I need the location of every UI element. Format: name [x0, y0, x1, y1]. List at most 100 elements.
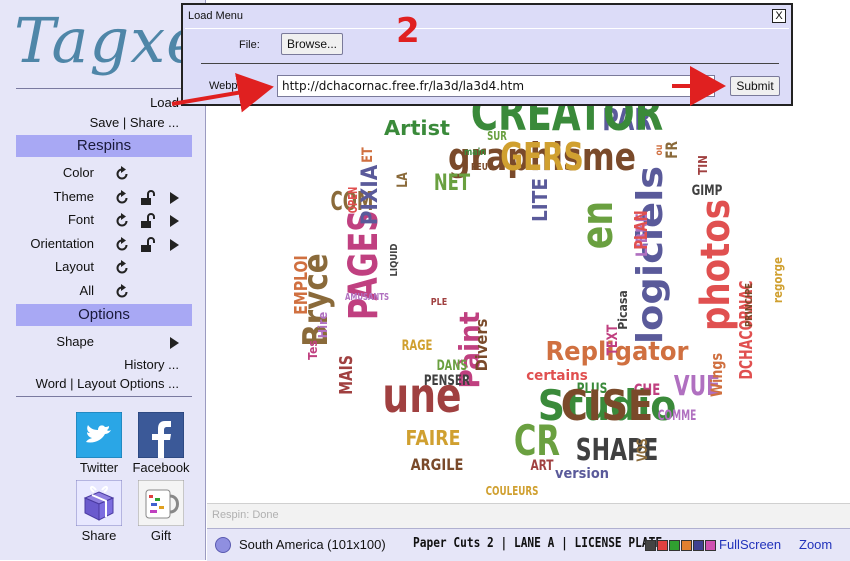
respin-icon[interactable]: [114, 236, 130, 253]
respin-row-font[interactable]: Font: [0, 212, 180, 230]
cloud-word[interactable]: Picasa: [616, 290, 630, 330]
cloud-word[interactable]: LIQUID: [389, 244, 400, 277]
facebook-button[interactable]: [137, 411, 185, 459]
load-link[interactable]: Load: [150, 95, 179, 110]
divider: [185, 28, 789, 29]
respin-label: All: [79, 282, 94, 298]
cloud-word[interactable]: Hire: [316, 312, 330, 338]
respin-row-theme[interactable]: Theme: [0, 189, 180, 207]
cloud-word[interactable]: PENSER: [424, 373, 470, 389]
cloud-word[interactable]: AMUSANTS: [345, 292, 389, 303]
webpage-label: Webpage:: [209, 80, 259, 92]
close-button[interactable]: X: [772, 9, 786, 23]
cloud-word[interactable]: COULEURS: [486, 484, 539, 498]
dialog-title: Load Menu: [188, 10, 244, 22]
cloud-word[interactable]: en: [572, 201, 623, 249]
respin-icon[interactable]: [114, 166, 130, 182]
history-link[interactable]: History ...: [124, 357, 179, 372]
cloud-word[interactable]: main: [464, 147, 486, 158]
step-number-annotation: 2: [396, 11, 420, 51]
cloud-word[interactable]: PAGES: [341, 210, 387, 320]
browse-button[interactable]: Browse...: [281, 33, 343, 55]
respin-row-color[interactable]: Color: [0, 165, 180, 183]
submit-button[interactable]: Submit: [730, 76, 780, 96]
mug-icon: [137, 479, 185, 527]
shape-name[interactable]: South America (101x100): [239, 537, 386, 552]
unlock-icon[interactable]: [140, 236, 156, 253]
webpage-url-input[interactable]: [277, 75, 715, 97]
cloud-word[interactable]: COMME: [658, 408, 697, 424]
respin-row-orientation[interactable]: Orientation: [0, 236, 180, 254]
respin-icon[interactable]: [114, 283, 130, 300]
respin-label: Theme: [53, 188, 94, 204]
fullscreen-link[interactable]: FullScreen: [719, 537, 781, 552]
gift-button[interactable]: [137, 479, 185, 527]
cloud-word[interactable]: CISE: [561, 381, 653, 430]
share-label: Share: [81, 528, 117, 543]
cloud-word[interactable]: photos: [693, 199, 739, 331]
cloud-word[interactable]: PLE: [431, 297, 448, 308]
cloud-word[interactable]: LA: [395, 172, 411, 188]
submenu-arrow-icon[interactable]: [170, 191, 179, 204]
word-layout-options-link[interactable]: Word | Layout Options ...: [36, 376, 179, 391]
respin-label: Color: [62, 165, 94, 180]
color-palette[interactable]: [645, 540, 717, 551]
save-share-link[interactable]: Save | Share ...: [90, 115, 179, 130]
cloud-word[interactable]: ou: [654, 145, 665, 156]
bottom-toolbar: South America (101x100) Paper Cuts 2 | L…: [207, 528, 850, 561]
shape-option[interactable]: Shape: [0, 334, 180, 352]
cloud-word[interactable]: regorge: [771, 257, 785, 303]
cloud-word[interactable]: ARGILE: [411, 455, 464, 474]
palette-swatch: [657, 540, 668, 551]
cloud-word[interactable]: TEXT: [605, 324, 621, 355]
respin-icon[interactable]: [114, 189, 130, 206]
gift-label: Gift: [150, 528, 172, 543]
share-button[interactable]: [75, 479, 123, 527]
font-names[interactable]: Paper Cuts 2 | LANE A | LICENSE PLATE: [413, 536, 662, 551]
cloud-word[interactable]: GIMP: [692, 183, 723, 199]
respin-row-layout[interactable]: Layout: [0, 259, 180, 277]
cloud-word[interactable]: ET: [360, 147, 376, 163]
zoom-link[interactable]: Zoom: [799, 537, 832, 552]
cloud-word[interactable]: RAGE: [402, 338, 433, 354]
cloud-word[interactable]: PLAN: [631, 210, 652, 250]
cloud-word[interactable]: version: [555, 466, 609, 482]
cloud-word[interactable]: EMPLOI: [291, 255, 312, 314]
cloud-word[interactable]: CR: [514, 416, 560, 465]
submenu-arrow-icon[interactable]: [170, 215, 179, 227]
cloud-word[interactable]: PEUT: [471, 162, 493, 173]
cloud-word[interactable]: PRINCIPE: [744, 283, 755, 327]
unlock-icon[interactable]: [140, 213, 156, 229]
respins-header: Respins: [16, 135, 192, 157]
status-text: Respin: Done: [212, 509, 279, 521]
respin-icon[interactable]: [114, 213, 130, 229]
respin-icon[interactable]: [114, 260, 130, 276]
cloud-word[interactable]: GERS: [500, 135, 584, 179]
respin-row-all[interactable]: All: [0, 283, 180, 301]
respin-label: Orientation: [30, 235, 94, 251]
divider: [201, 63, 779, 64]
submenu-arrow-icon[interactable]: [170, 238, 179, 251]
options-header: Options: [16, 304, 192, 326]
submenu-arrow-icon[interactable]: [170, 337, 179, 349]
load-menu-dialog: Load Menu X File: Browse... Webpage: Sub…: [181, 3, 793, 106]
cloud-word[interactable]: FAIRE: [406, 426, 461, 450]
cloud-word[interactable]: PIXIA: [358, 165, 383, 226]
cloud-word[interactable]: VOS: [635, 438, 651, 461]
cloud-word[interactable]: Wings: [707, 353, 726, 397]
file-label: File:: [239, 39, 260, 51]
twitter-button[interactable]: [75, 411, 123, 459]
cloud-word[interactable]: NET: [434, 171, 470, 196]
shape-icon[interactable]: [215, 537, 231, 553]
cloud-word[interactable]: LITE: [528, 178, 552, 222]
cloud-word[interactable]: TIN: [696, 155, 710, 175]
cloud-word[interactable]: MAIS: [336, 355, 357, 395]
cloud-word[interactable]: Divers: [472, 319, 491, 372]
cloud-word[interactable]: Artist: [384, 116, 450, 140]
unlock-icon[interactable]: [140, 189, 156, 206]
palette-swatch: [681, 540, 692, 551]
divider: [16, 396, 192, 397]
cloud-word[interactable]: Tes: [306, 340, 320, 360]
twitter-label: Twitter: [79, 460, 119, 475]
cloud-word[interactable]: DANS: [437, 358, 468, 374]
